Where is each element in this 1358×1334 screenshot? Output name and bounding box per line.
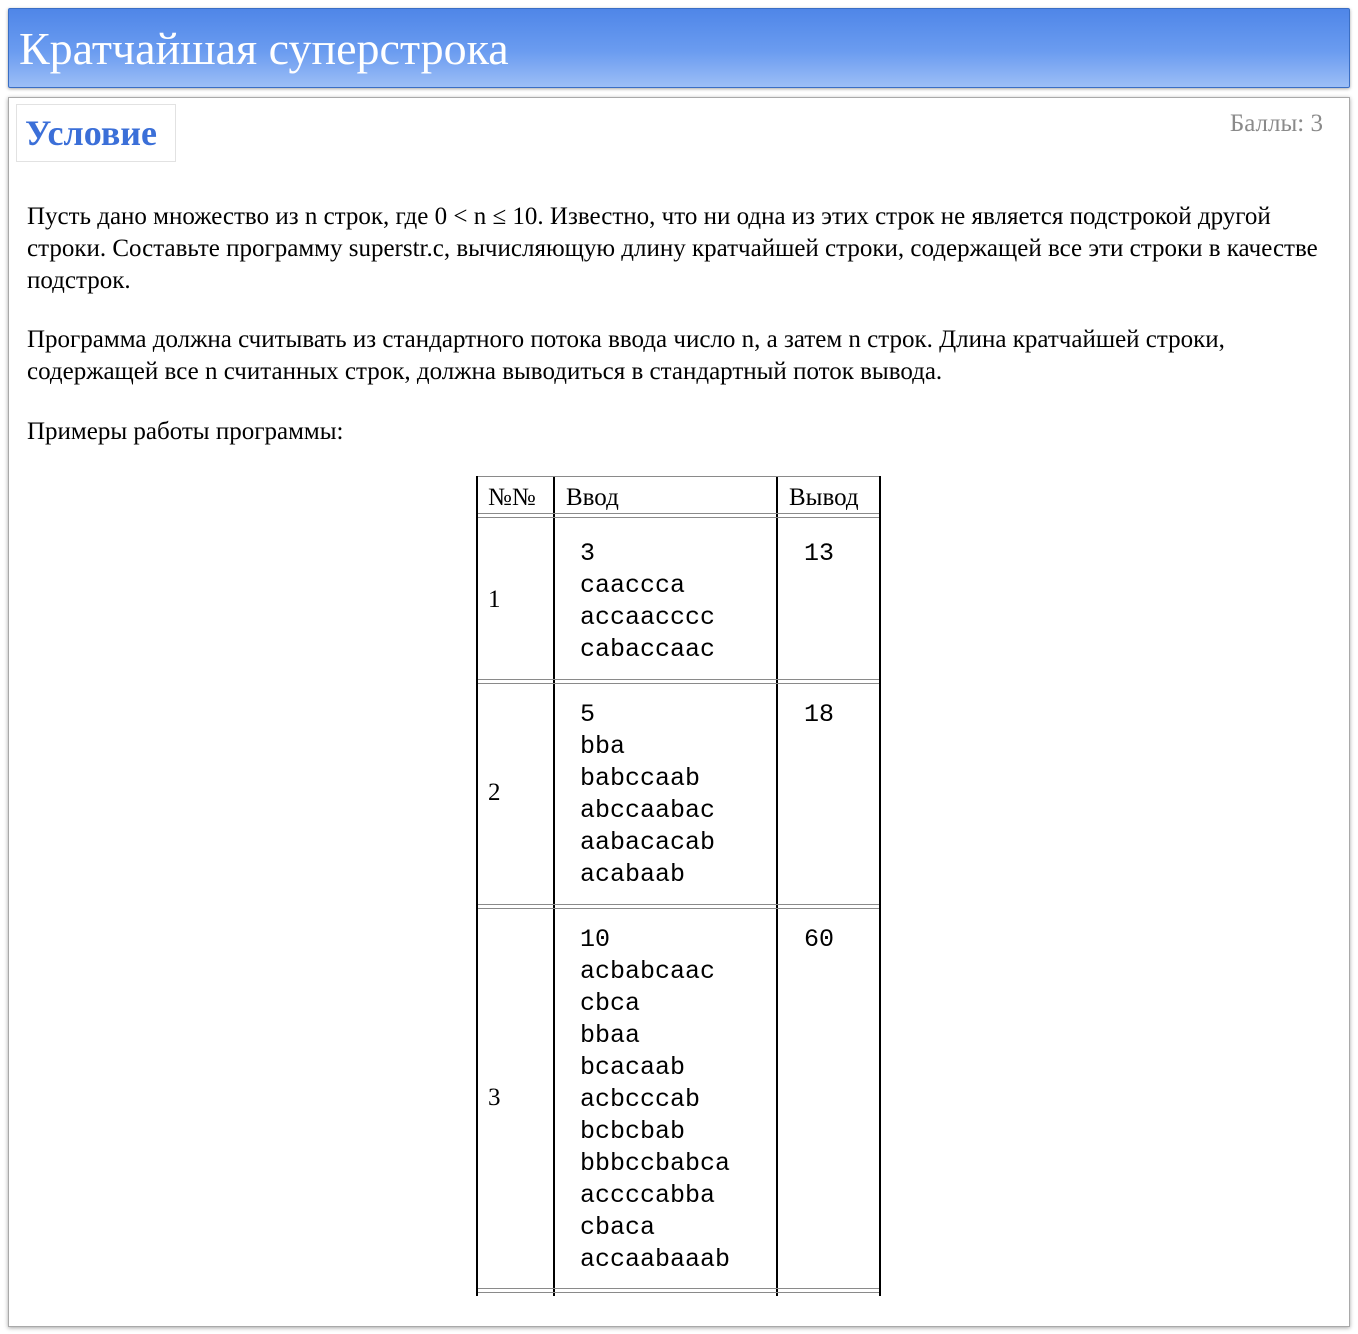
column-header-num: №№ <box>488 484 536 511</box>
problem-panel: Условие Баллы: 3 Пусть дано множество из… <box>8 97 1350 1327</box>
table-top-rule <box>478 476 879 477</box>
row-1-output: 13 <box>804 539 835 568</box>
title-bar: Кратчайшая суперстрока <box>8 8 1350 88</box>
table-divider-2 <box>776 476 778 1296</box>
score-label: Баллы: 3 <box>1229 110 1323 137</box>
table-border-right <box>879 476 881 1296</box>
row-1-num: 1 <box>488 586 501 613</box>
examples-intro: Примеры работы программы: <box>27 418 344 445</box>
statement-paragraph-1: Пусть дано множество из n строк, где 0 <… <box>27 203 1318 294</box>
row-2-input: 5 bba babccaab abccaabac aabacacab acaba… <box>580 700 716 889</box>
row-3-input: 10 acbabcaac cbca bbaa bcacaab acbcccab … <box>580 925 731 1274</box>
row-3-num: 3 <box>488 1084 501 1111</box>
table-divider-1 <box>553 476 555 1296</box>
row-1-input: 3 caaccca accaacccc cabaccaac <box>580 539 716 664</box>
page-title: Кратчайшая суперстрока <box>19 23 509 74</box>
row-2-output: 18 <box>804 700 835 729</box>
statement-paragraph-2: Программа должна считывать из стандартно… <box>27 326 1225 385</box>
examples-table: №№ Ввод Вывод 1 3 caaccca accaacccc caba… <box>476 476 881 1296</box>
row-2-num: 2 <box>488 779 501 806</box>
row-rule-1 <box>478 679 879 684</box>
row-3-output: 60 <box>804 925 835 954</box>
table-border-left <box>476 476 478 1296</box>
row-rule-3 <box>478 1288 879 1293</box>
row-rule-2 <box>478 904 879 909</box>
section-title-condition: Условие <box>16 104 176 162</box>
column-header-output: Вывод <box>789 484 859 511</box>
column-header-input: Ввод <box>566 484 619 511</box>
